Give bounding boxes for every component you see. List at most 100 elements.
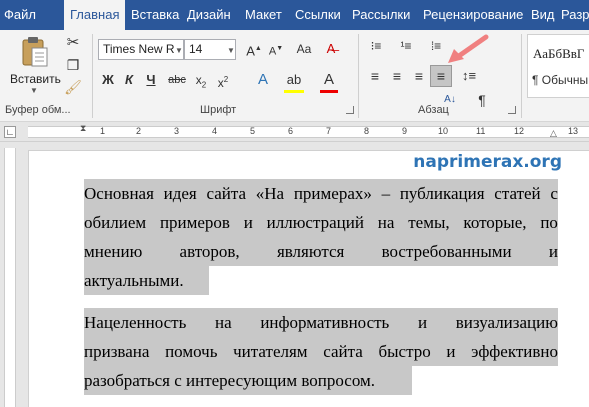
bold-button[interactable]: Ж — [100, 70, 116, 90]
clear-formatting-icon[interactable]: A̶ — [321, 39, 341, 59]
ribbon: Вставить ▼ ✂ ❐ 🖌 Буфер обм... Times New … — [0, 30, 589, 122]
word: Основная — [84, 184, 154, 203]
ruler-number: 6 — [288, 126, 294, 136]
tab-home[interactable]: Главная — [64, 0, 126, 30]
clipboard-icon — [22, 37, 48, 67]
tab-references[interactable]: Ссылки — [295, 0, 341, 30]
paragraph-line: разобраться с интересующим вопросом. — [84, 371, 376, 390]
word: примеров — [159, 213, 230, 232]
clipboard-group-label: Буфер обм... — [5, 104, 71, 116]
ruler-track: ⧗ △ 1 2 3 4 5 6 7 8 9 10 11 12 13 — [28, 123, 589, 139]
tab-review[interactable]: Рецензирование — [423, 0, 523, 30]
word: читателям — [233, 342, 308, 361]
justify-icon[interactable]: ≡ — [430, 65, 452, 87]
tab-view[interactable]: Вид — [531, 0, 555, 30]
paragraph-dialog-launcher[interactable] — [508, 106, 516, 114]
tab-selector-icon[interactable]: ∟ — [4, 126, 16, 138]
word: которые, — [463, 213, 527, 232]
word: и — [446, 342, 456, 361]
text-effects-icon[interactable]: A — [254, 70, 272, 90]
change-case-icon[interactable]: Aa — [293, 39, 315, 59]
word: авторов, — [179, 242, 240, 261]
bullets-icon[interactable]: ⁝≡ — [366, 36, 386, 56]
word: эффективно — [471, 342, 558, 361]
horizontal-ruler[interactable]: ∟ ⧗ △ 1 2 3 4 5 6 7 8 9 10 11 12 13 — [0, 122, 589, 142]
format-painter-icon[interactable]: 🖌 — [64, 77, 82, 97]
ruler-number: 7 — [326, 126, 332, 136]
word: мнению — [84, 242, 143, 261]
chevron-down-icon: ▼ — [30, 86, 38, 95]
word: темы, — [408, 213, 450, 232]
word: быстро — [378, 342, 431, 361]
word: примерах» — [293, 184, 372, 203]
word: идея — [163, 184, 197, 203]
multilevel-list-icon[interactable]: ⁞≡ — [426, 36, 446, 56]
indent-marker-icon[interactable]: ⧗ — [80, 123, 86, 134]
italic-button[interactable]: К — [121, 70, 137, 90]
word: на — [377, 213, 395, 232]
ruler-number: 1 — [100, 126, 106, 136]
align-left-icon[interactable]: ≡ — [366, 66, 384, 86]
font-color-icon[interactable]: A — [320, 70, 338, 93]
numbering-icon[interactable]: ¹≡ — [396, 36, 416, 56]
ruler-number: 9 — [402, 126, 408, 136]
word: являются — [276, 242, 345, 261]
cut-icon[interactable]: ✂ — [64, 33, 82, 53]
strikethrough-icon[interactable]: abc — [168, 70, 186, 90]
font-dialog-launcher[interactable] — [346, 106, 354, 114]
word: помочь — [165, 342, 218, 361]
grow-font-icon[interactable]: A▲ — [244, 39, 264, 61]
paragraph-line: актуальными. — [84, 271, 184, 290]
document-page[interactable]: naprimerax.org Основная идея сайта «На приме… — [28, 150, 589, 407]
chevron-down-icon[interactable]: ▼ — [227, 46, 235, 55]
word: и — [417, 313, 428, 332]
paragraph-line: Основная идея сайта «На примерах» – публикация… — [84, 179, 558, 208]
superscript-icon[interactable]: x2 — [214, 70, 232, 93]
word: на — [215, 313, 232, 332]
paragraph-line: Нацеленность на информативность и визуализац… — [84, 308, 558, 337]
paste-button[interactable]: Вставить ▼ — [8, 34, 61, 95]
word: и — [243, 213, 253, 232]
right-indent-marker-icon[interactable]: △ — [550, 128, 557, 139]
word: информативность — [260, 313, 390, 332]
paragraph-line: призвана помочь читателям сайта быстро и эффек… — [84, 337, 558, 366]
group-divider — [92, 34, 93, 118]
vertical-ruler[interactable] — [4, 148, 16, 407]
tab-layout[interactable]: Макет — [245, 0, 282, 30]
paste-label: Вставить — [10, 72, 61, 86]
copy-icon[interactable]: ❐ — [64, 55, 82, 75]
group-divider — [358, 34, 359, 118]
ruler-number: 12 — [514, 126, 525, 136]
tab-mailings[interactable]: Рассылки — [352, 0, 410, 30]
shrink-font-icon[interactable]: A▼ — [266, 39, 286, 62]
subscript-icon[interactable]: x2 — [192, 70, 210, 95]
ruler-number: 5 — [250, 126, 256, 136]
word: – — [381, 184, 391, 203]
word: иллюстраций — [266, 213, 364, 232]
arrow-icon — [448, 34, 489, 63]
paragraph-line: обилием примеров и иллюстраций на темы, которы… — [84, 208, 558, 237]
align-center-icon[interactable]: ≡ — [388, 66, 406, 86]
underline-button[interactable]: Ч — [143, 70, 159, 90]
font-name-box[interactable]: Times New R — [98, 39, 184, 60]
show-formatting-icon[interactable]: ¶ — [474, 90, 490, 110]
word: востребованными — [381, 242, 512, 261]
tab-developer[interactable]: Разр — [561, 0, 589, 30]
highlight-color-icon[interactable]: ab — [284, 70, 304, 93]
align-right-icon[interactable]: ≡ — [410, 66, 428, 86]
ruler-number: 8 — [364, 126, 370, 136]
document-workspace: naprimerax.org Основная идея сайта «На приме… — [0, 142, 589, 407]
word: и — [548, 242, 558, 261]
tab-design[interactable]: Дизайн — [187, 0, 231, 30]
tab-insert[interactable]: Вставка — [131, 0, 179, 30]
ruler-number: 2 — [136, 126, 142, 136]
word: сайта — [323, 342, 363, 361]
tab-file[interactable]: Файл — [4, 0, 36, 30]
ruler-number: 10 — [438, 126, 449, 136]
chevron-down-icon[interactable]: ▼ — [175, 46, 183, 55]
line-spacing-icon[interactable]: ↕≡ — [458, 66, 480, 86]
ruler-number: 11 — [476, 126, 486, 136]
word: с — [550, 184, 558, 203]
style-normal-tile[interactable]: АаБбВвГ ¶ Обычны — [527, 34, 589, 98]
style-normal-label: ¶ Обычны — [532, 73, 589, 87]
